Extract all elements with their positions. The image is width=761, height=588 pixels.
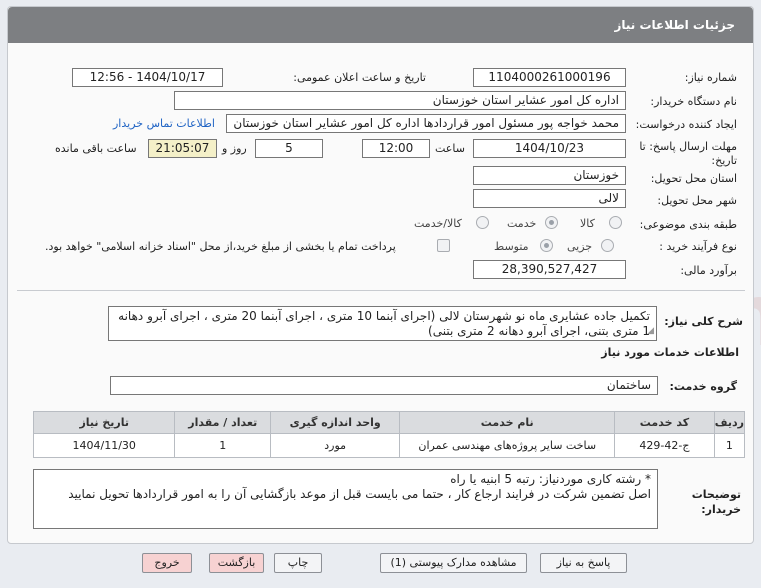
process-minor-radio[interactable] <box>601 239 614 252</box>
panel-header: جزئیات اطلاعات نیاز <box>8 7 753 43</box>
creator-label: ایجاد کننده درخواست: <box>635 118 737 131</box>
announce-datetime-label: تاریخ و ساعت اعلان عمومی: <box>293 71 426 84</box>
remaining-time-label: ساعت باقی مانده <box>55 142 137 155</box>
cell-unit: مورد <box>270 433 401 458</box>
cell-need-date: 1404/11/30 <box>32 433 176 458</box>
cell-service-name: ساخت سایر پروژه‌های مهندسی عمران <box>399 433 616 458</box>
buyer-contact-link[interactable]: اطلاعات تماس خریدار <box>113 117 215 130</box>
deadline-label-date: تاریخ: <box>711 154 737 167</box>
service-group-field: ساختمان <box>110 376 658 395</box>
buyer-notes-box: * رشته کاری موردنیاز: رتبه 5 ابنیه یا را… <box>33 469 658 529</box>
estimate-field: 28,390,527,427 <box>473 260 626 279</box>
category-goods-service-label: کالا/خدمت <box>414 217 462 230</box>
remaining-days-label: روز و <box>222 142 247 155</box>
creator-field: محمد خواجه پور مسئول امور قراردادها ادار… <box>226 114 626 133</box>
process-medium-label: متوسط <box>494 240 529 253</box>
description-textarea: تکمیل جاده عشایری ماه نو شهرستان لالی (ا… <box>108 306 657 341</box>
table-row: 1 ج-42-429 ساخت سایر پروژه‌های مهندسی عم… <box>32 433 746 458</box>
category-goods-label: کالا <box>580 217 595 230</box>
buyer-notes-line-2: اصل تضمین شرکت در فرایند ارجاع کار ، حتم… <box>68 487 651 501</box>
need-number-label: شماره نیاز: <box>684 71 737 84</box>
buyer-notes-label: توضیحات <box>691 488 741 501</box>
col-need-date: تاریخ نیاز <box>32 411 176 434</box>
deadline-time-label: ساعت <box>435 142 465 155</box>
services-table: ردیف کد خدمت نام خدمت واحد اندازه گیری ت… <box>32 411 746 458</box>
category-goods-radio[interactable] <box>609 216 622 229</box>
table-header-row: ردیف کد خدمت نام خدمت واحد اندازه گیری ت… <box>32 411 746 434</box>
service-group-label: گروه خدمت: <box>669 380 737 393</box>
buyer-org-field: اداره کل امور عشایر استان خوزستان <box>174 91 626 110</box>
col-service-name: نام خدمت <box>399 411 616 434</box>
buyer-notes-line-1: * رشته کاری موردنیاز: رتبه 5 ابنیه یا را… <box>450 472 651 486</box>
category-service-label: خدمت <box>507 217 537 230</box>
back-button[interactable]: بازگشت <box>209 553 264 573</box>
deadline-label: مهلت ارسال پاسخ: تا <box>639 140 737 153</box>
buyer-notes-label-2: خریدار: <box>701 503 741 516</box>
remaining-days-field: 5 <box>255 139 323 158</box>
estimate-label: برآورد مالی: <box>680 264 737 277</box>
announce-datetime-field: 1404/10/17 - 12:56 <box>72 68 223 87</box>
divider <box>17 290 745 291</box>
col-unit: واحد اندازه گیری <box>270 411 401 434</box>
reply-button[interactable]: پاسخ به نیاز <box>540 553 627 573</box>
view-attachments-button[interactable]: مشاهده مدارک پیوستی (1) <box>380 553 527 573</box>
cell-row: 1 <box>713 433 746 458</box>
exit-button[interactable]: خروج <box>142 553 192 573</box>
description-label: شرح کلی نیاز: <box>664 315 743 328</box>
description-text: تکمیل جاده عشایری ماه نو شهرستان لالی (ا… <box>118 309 650 338</box>
process-type-label: نوع فرآیند خرید : <box>659 240 737 253</box>
deadline-time-field: 12:00 <box>362 139 430 158</box>
remaining-time-field: 21:05:07 <box>148 139 217 158</box>
col-service-code: کد خدمت <box>614 411 715 434</box>
city-label: شهر محل تحویل: <box>657 194 737 207</box>
cell-quantity: 1 <box>174 433 272 458</box>
col-quantity: تعداد / مقدار <box>174 411 272 434</box>
category-service-radio[interactable] <box>545 216 558 229</box>
category-goods-service-radio[interactable] <box>476 216 489 229</box>
deadline-date-field: 1404/10/23 <box>473 139 626 158</box>
category-label: طبقه بندی موضوعی: <box>639 218 737 231</box>
process-minor-label: جزیی <box>567 240 593 253</box>
treasury-note: پرداخت تمام یا بخشی از مبلغ خرید،از محل … <box>45 240 396 253</box>
cell-service-code: ج-42-429 <box>614 433 715 458</box>
process-medium-radio[interactable] <box>540 239 553 252</box>
services-section-title: اطلاعات خدمات مورد نیاز <box>601 346 739 359</box>
col-row: ردیف <box>713 411 746 434</box>
resize-grip-icon[interactable]: ◢ <box>647 324 654 339</box>
province-field: خوزستان <box>473 166 626 185</box>
need-number-field: 1104000261000196 <box>473 68 626 87</box>
treasury-checkbox[interactable] <box>437 239 450 252</box>
buyer-org-label: نام دستگاه خریدار: <box>650 95 737 108</box>
province-label: استان محل تحویل: <box>650 172 737 185</box>
city-field: لالی <box>473 189 626 208</box>
page-title: جزئیات اطلاعات نیاز <box>614 18 735 32</box>
print-button[interactable]: چاپ <box>274 553 322 573</box>
